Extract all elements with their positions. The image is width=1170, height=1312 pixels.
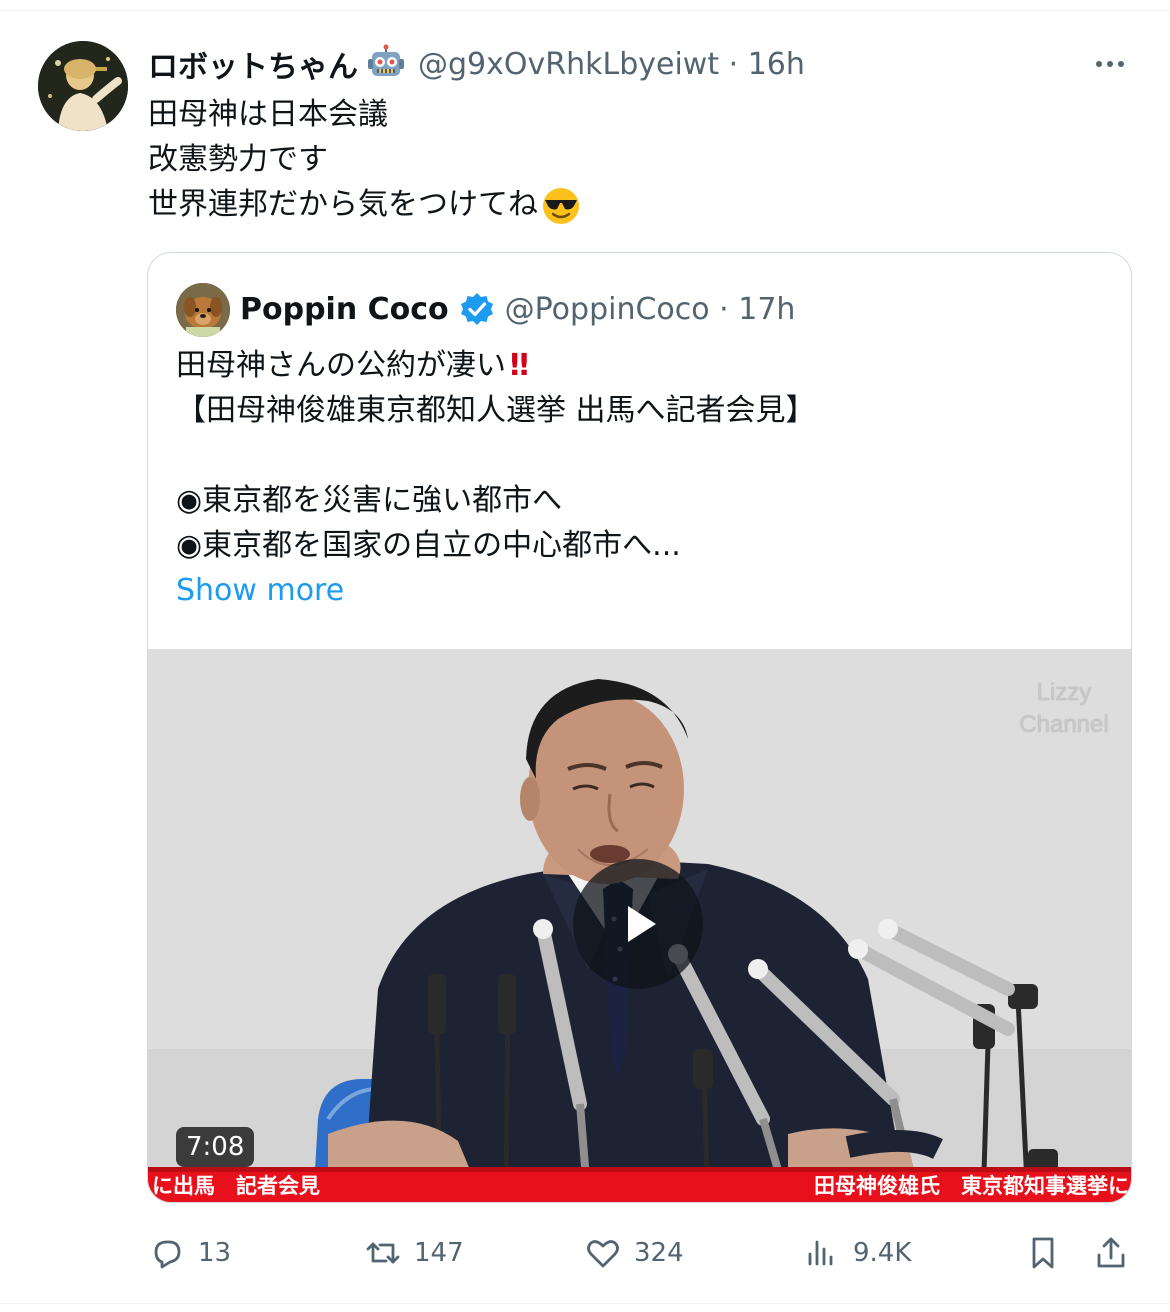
smiling-face-with-sunglasses-icon: [540, 184, 582, 226]
views-button[interactable]: 9.4K: [803, 1230, 911, 1276]
play-button[interactable]: [573, 859, 703, 989]
author-avatar-image: [38, 41, 128, 131]
bookmark-button[interactable]: [1024, 1230, 1062, 1276]
quoted-author-avatar-image: [176, 283, 230, 337]
repost-button[interactable]: 147: [364, 1230, 464, 1276]
repost-icon: [366, 1242, 400, 1264]
play-icon: [628, 906, 656, 942]
video-duration-badge: 7:08: [176, 1127, 255, 1167]
double-exclamation-icon: ‼: [510, 348, 529, 383]
post-text-line-with-emoji: 世界連邦だから気をつけてね: [148, 182, 582, 227]
reply-count: 13: [198, 1238, 232, 1268]
author-avatar[interactable]: [38, 41, 128, 131]
watermark-line-1: Lizzy: [1036, 679, 1092, 706]
bottom-divider: [0, 1303, 1170, 1304]
video-caption-bar: に出馬 記者会見 田母神俊雄氏 東京都知事選挙に: [148, 1167, 1131, 1202]
video-player[interactable]: Lizzy Channel に出馬 記者会見 田母神俊雄氏 東京都知事選挙に 7…: [148, 649, 1131, 1202]
post-text-line: 改憲勢力です: [148, 142, 328, 177]
caption-left-text: に出馬 記者会見: [152, 1174, 320, 1198]
verified-badge-icon: [459, 291, 495, 327]
top-divider: [0, 10, 1170, 11]
author-handle-timestamp[interactable]: @g9xOvRhkLbyeiwt · 16h: [418, 47, 805, 82]
post-text-line: 世界連邦だから気をつけてね: [148, 187, 538, 222]
video-watermark: Lizzy Channel: [1008, 677, 1120, 741]
share-button[interactable]: [1092, 1230, 1130, 1276]
quoted-text-line-4: ◉東京都を災害に強い都市へ: [176, 483, 563, 518]
quoted-post-text: 田母神さんの公約が凄い ‼ 【田母神俊雄東京都知人選挙 出馬へ記者会見】 ◉東京…: [176, 343, 1106, 613]
reply-icon: [154, 1240, 181, 1269]
like-count: 324: [634, 1238, 684, 1268]
bookmark-icon: [1032, 1237, 1054, 1269]
heart-icon: [587, 1240, 619, 1268]
watermark-line-2: Channel: [1019, 711, 1109, 738]
quoted-text-line: 田母神さんの公約が凄い ‼: [176, 343, 1106, 388]
view-count: 9.4K: [853, 1238, 912, 1268]
quoted-post-header: Poppin Coco @PoppinCoco · 17h: [240, 287, 795, 331]
views-bar-chart-icon: [808, 1240, 833, 1266]
quoted-text-line-1: 田母神さんの公約が凄い: [176, 348, 506, 383]
caption-right-text: 田母神俊雄氏 東京都知事選挙に: [814, 1174, 1129, 1198]
quoted-text-line-2: 【田母神俊雄東京都知人選挙 出馬へ記者会見】: [176, 393, 816, 428]
show-more-link[interactable]: Show more: [176, 568, 1106, 613]
quoted-text-line-5: ◉東京都を国家の自立の中心都市へ...: [176, 528, 681, 563]
quoted-author-handle-timestamp[interactable]: @PoppinCoco · 17h: [505, 292, 796, 327]
reply-button[interactable]: 13: [148, 1230, 231, 1276]
post-header: ロボットちゃん @g9xOvRhkLbyeiwt · 16h: [148, 42, 805, 86]
post-text: 田母神は日本会議 改憲勢力です 世界連邦だから気をつけてね: [148, 92, 582, 227]
like-button[interactable]: 324: [584, 1230, 684, 1276]
post-action-bar: 13 147 324 9.4K: [148, 1230, 1132, 1276]
quoted-text-blank-line: [176, 433, 1106, 478]
post-text-line: 田母神は日本会議: [148, 97, 388, 132]
share-icon: [1097, 1237, 1125, 1268]
robot-emoji-icon: [366, 44, 406, 84]
quoted-author-display-name[interactable]: Poppin Coco: [240, 292, 449, 327]
quoted-post-card[interactable]: Poppin Coco @PoppinCoco · 17h 田母神さんの公約が凄…: [147, 252, 1132, 1203]
author-display-name[interactable]: ロボットちゃん: [148, 42, 358, 86]
repost-count: 147: [414, 1238, 464, 1268]
quoted-author-avatar[interactable]: [176, 283, 230, 337]
more-options-icon[interactable]: [1088, 52, 1132, 76]
